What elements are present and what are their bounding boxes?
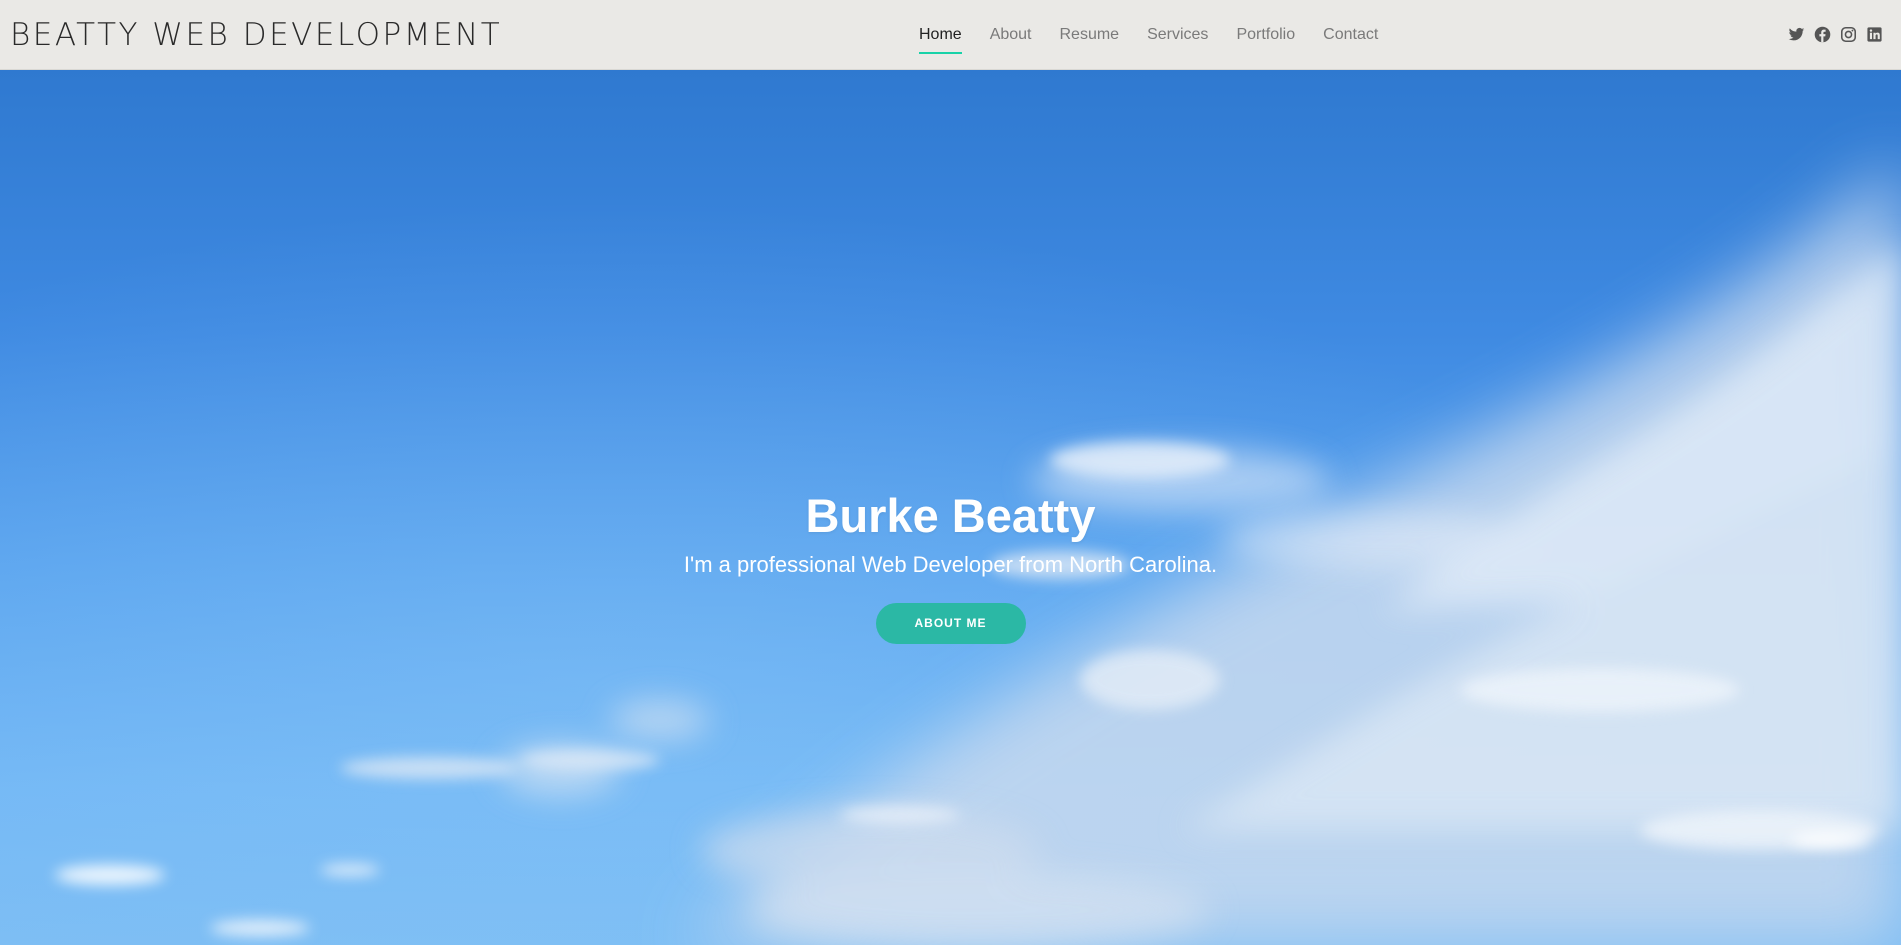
social-links [1788,26,1883,43]
nav-item-contact[interactable]: Contact [1323,21,1378,49]
instagram-icon[interactable] [1840,26,1857,43]
main-nav: Home About Resume Services Portfolio Con… [919,0,1378,70]
hero-subtitle: I'm a professional Web Developer from No… [683,552,1218,577]
twitter-icon[interactable] [1788,26,1805,43]
hero-section: Burke Beatty I'm a professional Web Deve… [0,70,1901,945]
hero-title: Burke Beatty [805,489,1096,542]
hero-content: Burke Beatty I'm a professional Web Deve… [0,488,1901,644]
nav-item-home[interactable]: Home [919,21,962,54]
facebook-icon[interactable] [1814,26,1831,43]
nav-item-about[interactable]: About [990,21,1032,49]
nav-item-services[interactable]: Services [1147,21,1208,49]
nav-item-portfolio[interactable]: Portfolio [1236,21,1295,49]
site-header: BEATTY WEB DEVELOPMENT Home About Resume… [0,0,1901,70]
linkedin-icon[interactable] [1866,26,1883,43]
about-me-button[interactable]: ABOUT ME [875,603,1026,644]
nav-item-resume[interactable]: Resume [1060,21,1120,49]
site-logo[interactable]: BEATTY WEB DEVELOPMENT [10,15,502,55]
